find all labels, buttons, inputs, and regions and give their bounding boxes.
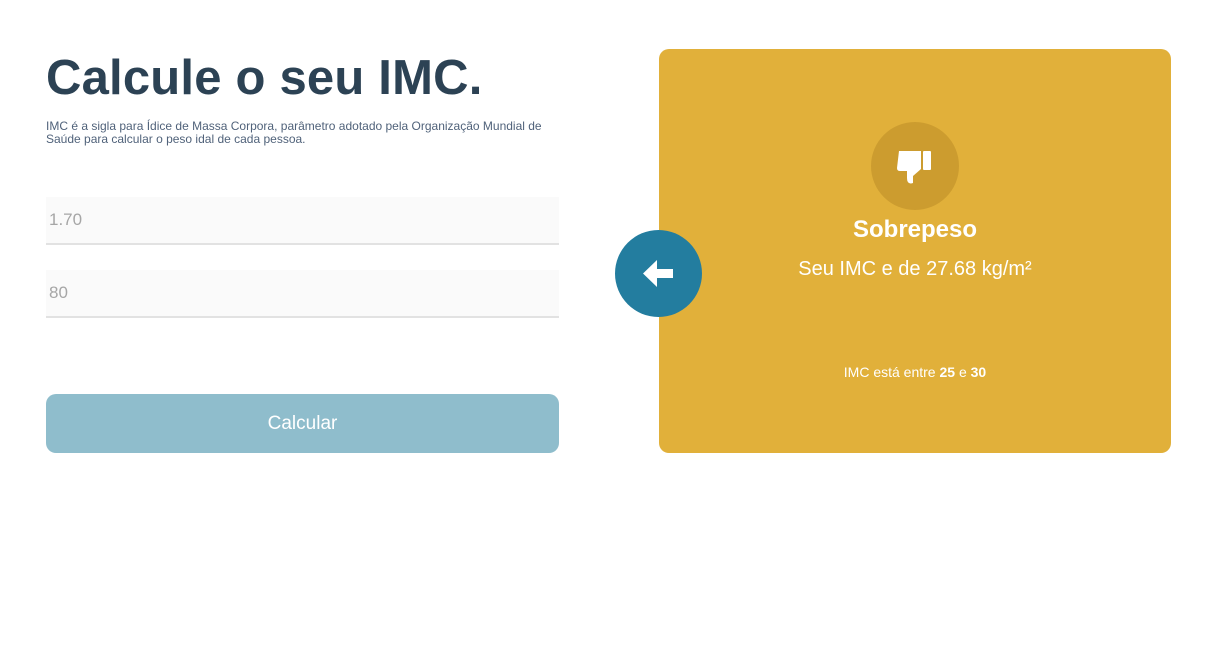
height-input[interactable]: [46, 197, 559, 245]
result-status: Sobrepeso: [852, 216, 978, 243]
range-joiner: e: [958, 364, 967, 380]
range-prefix: IMC está entre: [843, 364, 936, 380]
page-description: IMC é a sigla para Ídice de Massa Corpor…: [46, 119, 542, 146]
result-icon-circle: [871, 122, 959, 210]
range-max: 30: [970, 364, 987, 380]
back-button[interactable]: [615, 230, 702, 317]
result-range: IMC está entre 25 e 30: [659, 363, 1171, 381]
calculate-button[interactable]: Calcular: [46, 394, 559, 453]
result-imc-value: Seu IMC e de 27.68 kg/m²: [798, 258, 1032, 280]
imc-form: Calcule o seu IMC. IMC é a sigla para Íd…: [46, 48, 559, 453]
range-min: 25: [939, 364, 956, 380]
weight-input[interactable]: [46, 270, 559, 318]
result-card: Sobrepeso Seu IMC e de 27.68 kg/m² IMC e…: [659, 49, 1171, 453]
thumbs-down-icon: [897, 151, 931, 184]
page: Calcule o seu IMC. IMC é a sigla para Íd…: [0, 0, 1217, 658]
page-title: Calcule o seu IMC.: [46, 51, 483, 105]
arrow-left-icon: [643, 260, 673, 287]
